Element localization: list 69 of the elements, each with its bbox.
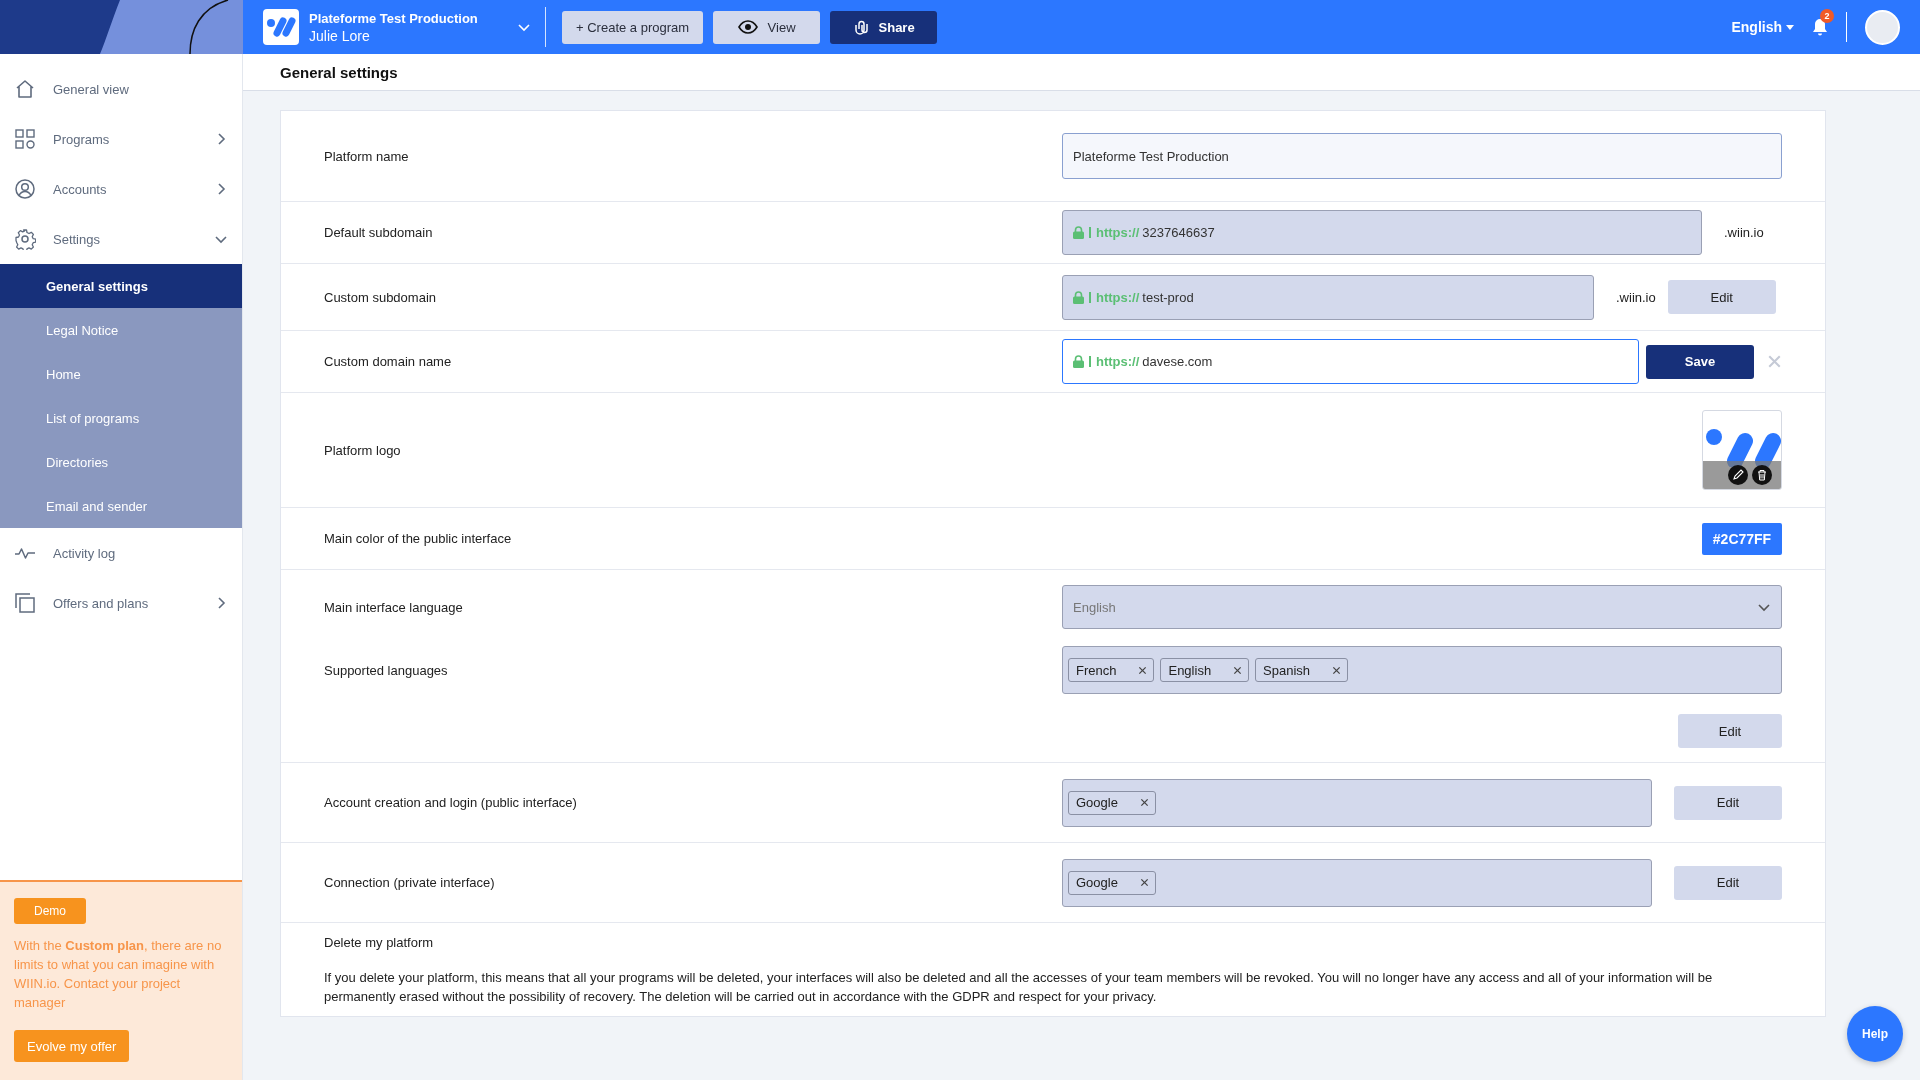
language-dropdown[interactable]: English — [1062, 585, 1782, 629]
create-program-button[interactable]: + Create a program — [562, 10, 704, 44]
section-title: Delete my platform — [324, 935, 435, 950]
sidebar-item[interactable]: Activity log — [0, 528, 242, 578]
copy-icon — [14, 592, 36, 614]
submenu-item[interactable]: General settings — [0, 264, 242, 308]
field-label: Main color of the public interface — [324, 531, 513, 546]
trash-icon[interactable] — [1752, 465, 1772, 485]
page-title: General settings — [280, 63, 398, 81]
field-label: Custom domain name — [324, 354, 453, 369]
platform-name: Plateforme Test Production — [309, 10, 478, 26]
sidebar-item[interactable]: Settings — [0, 214, 242, 264]
text-field[interactable]: Plateforme Test Production — [1062, 133, 1782, 179]
tag-label: French — [1076, 662, 1117, 678]
sidebar-item[interactable]: Offers and plans — [0, 578, 242, 628]
tag-label: English — [1168, 662, 1212, 678]
field-label: Platform name — [324, 148, 410, 164]
promo-text: With the Custom plan, there are no limits to what you can imagine with WIIN.io. Contact your project manager — [14, 937, 223, 1012]
sidebar-item[interactable]: Programs — [0, 114, 242, 164]
help-button[interactable]: Help — [1847, 1006, 1903, 1062]
tags-field[interactable]: Google — [1062, 778, 1652, 827]
logo-icon — [263, 9, 299, 45]
lock-icon — [1073, 355, 1084, 368]
edit-button[interactable]: Edit — [1678, 714, 1782, 748]
remove-icon[interactable] — [1139, 798, 1149, 807]
url-field[interactable]: https:// davese.com — [1062, 339, 1639, 384]
color-picker-button[interactable]: #2C77FF — [1702, 522, 1782, 555]
sidebar-item[interactable]: General view — [0, 64, 242, 114]
home-icon — [14, 78, 36, 100]
field-label: Default subdomain — [324, 225, 434, 240]
avatar[interactable] — [1865, 9, 1900, 45]
field-label: Custom subdomain — [324, 289, 437, 305]
remove-icon[interactable] — [1139, 878, 1149, 887]
field-label: Platform logo — [324, 442, 402, 458]
edit-button[interactable]: Edit — [1674, 785, 1782, 820]
remove-icon[interactable] — [1332, 665, 1342, 675]
edit-icon[interactable] — [1728, 465, 1748, 485]
tag-label: Google — [1076, 875, 1118, 890]
grid-icon — [14, 128, 36, 150]
user-name: Julie Lore — [309, 27, 370, 44]
sidebar-item[interactable]: Accounts — [0, 164, 242, 214]
settings-icon — [14, 228, 36, 250]
lock-icon — [1073, 226, 1084, 239]
caret-icon — [1786, 24, 1794, 30]
tags-field[interactable]: French English Spanish — [1062, 646, 1782, 694]
domain-suffix: .wiin.io — [1616, 289, 1656, 305]
lock-icon — [1073, 290, 1084, 304]
view-button[interactable]: View — [713, 10, 821, 44]
bell-icon[interactable] — [1812, 18, 1828, 36]
field-label: Main interface language — [324, 599, 464, 615]
link-icon — [852, 19, 869, 35]
remove-icon[interactable] — [1138, 665, 1148, 675]
save-button[interactable]: Save — [1646, 344, 1754, 379]
domain-suffix: .wiin.io — [1724, 225, 1764, 240]
remove-icon[interactable] — [1233, 665, 1243, 675]
edit-button[interactable]: Edit — [1674, 865, 1782, 900]
user-circle-icon — [14, 178, 36, 200]
language-selector[interactable]: English — [1725, 18, 1800, 36]
tag-label: Google — [1076, 795, 1118, 810]
field-label: Connection (private interface) — [324, 875, 496, 890]
share-button[interactable]: Share — [830, 10, 938, 44]
field-label: Account creation and login (public interface) — [324, 795, 578, 810]
eye-icon — [737, 20, 758, 34]
platform-switcher[interactable]: Plateforme Test Production Julie Lore — [243, 0, 545, 54]
field-label: Supported languages — [324, 662, 449, 678]
tags-field[interactable]: Google — [1062, 858, 1652, 907]
warning-text: If you delete your platform, this means that all your programs will be deleted, your interfaces will also be deleted and all the accesses of your team members will be revoked. You will no longer have any access and all of your information will be permanently erased without the possibility of recovery. The deletion will be carried out in accordance with the GDPR and respect for your privacy. — [324, 969, 1714, 1006]
tag-label: Spanish — [1263, 662, 1311, 678]
notification-badge: 2 — [1820, 9, 1834, 23]
